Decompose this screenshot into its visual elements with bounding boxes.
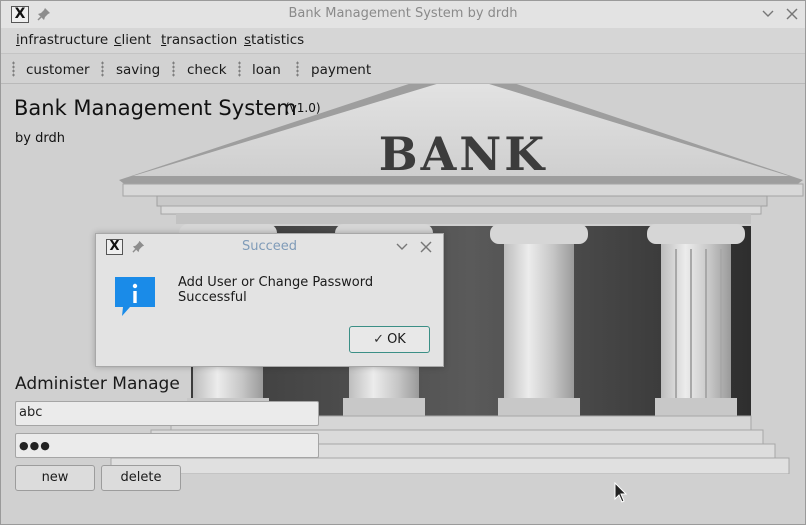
toolbar-grip xyxy=(296,61,299,77)
title-bar: X Bank Management System by drdh xyxy=(1,1,805,28)
toolbar-payment-button[interactable]: payment xyxy=(311,62,371,78)
check-icon: ✓ xyxy=(373,332,385,347)
menu-bar: infrastructure client transaction statis… xyxy=(1,28,805,53)
dialog-title-bar: X Succeed xyxy=(96,234,443,260)
toolbar-grip[interactable] xyxy=(12,61,15,77)
minimize-chevron-icon[interactable] xyxy=(761,7,775,21)
toolbar: customer saving check loan payment xyxy=(1,53,805,84)
menu-statistics[interactable]: statistics xyxy=(244,32,304,48)
bank-sign-text: BANK xyxy=(379,127,548,181)
ok-button[interactable]: ✓ OK xyxy=(349,326,430,353)
menu-transaction[interactable]: transaction xyxy=(161,32,237,48)
menu-infrastructure[interactable]: infrastructure xyxy=(16,32,108,48)
window-title: Bank Management System by drdh xyxy=(288,6,518,21)
dialog-title: Succeed xyxy=(241,239,298,254)
admin-section-heading: Administer Manage xyxy=(15,374,180,394)
mouse-cursor-icon xyxy=(614,482,628,503)
username-input[interactable]: abc xyxy=(15,401,319,426)
toolbar-loan-button[interactable]: loan xyxy=(252,62,281,78)
version-label: (v1.0) xyxy=(285,101,321,115)
toolbar-customer-button[interactable]: customer xyxy=(26,62,90,78)
author-label: by drdh xyxy=(15,131,65,146)
toolbar-grip xyxy=(101,61,104,77)
close-icon[interactable] xyxy=(785,7,799,21)
success-dialog: X Succeed Add User or Change Password Su… xyxy=(95,233,444,367)
password-input[interactable]: ●●● xyxy=(15,433,319,458)
dialog-message: Add User or Change Password Successful xyxy=(178,275,374,305)
toolbar-saving-button[interactable]: saving xyxy=(116,62,160,78)
delete-button[interactable]: delete xyxy=(101,465,181,491)
page-title: Bank Management System xyxy=(14,96,297,120)
bank-column xyxy=(647,224,745,414)
main-window: X Bank Management System by drdh infrast… xyxy=(0,0,806,525)
toolbar-grip xyxy=(172,61,175,77)
password-mask: ●●● xyxy=(19,439,51,452)
info-icon xyxy=(115,277,155,316)
bank-column xyxy=(490,224,588,414)
ok-button-label: OK xyxy=(387,332,406,347)
menu-client[interactable]: client xyxy=(114,32,151,48)
toolbar-check-button[interactable]: check xyxy=(187,62,227,78)
toolbar-grip xyxy=(238,61,241,77)
dialog-minimize-chevron-icon[interactable] xyxy=(395,240,409,254)
new-button[interactable]: new xyxy=(15,465,95,491)
dialog-close-icon[interactable] xyxy=(419,240,433,254)
